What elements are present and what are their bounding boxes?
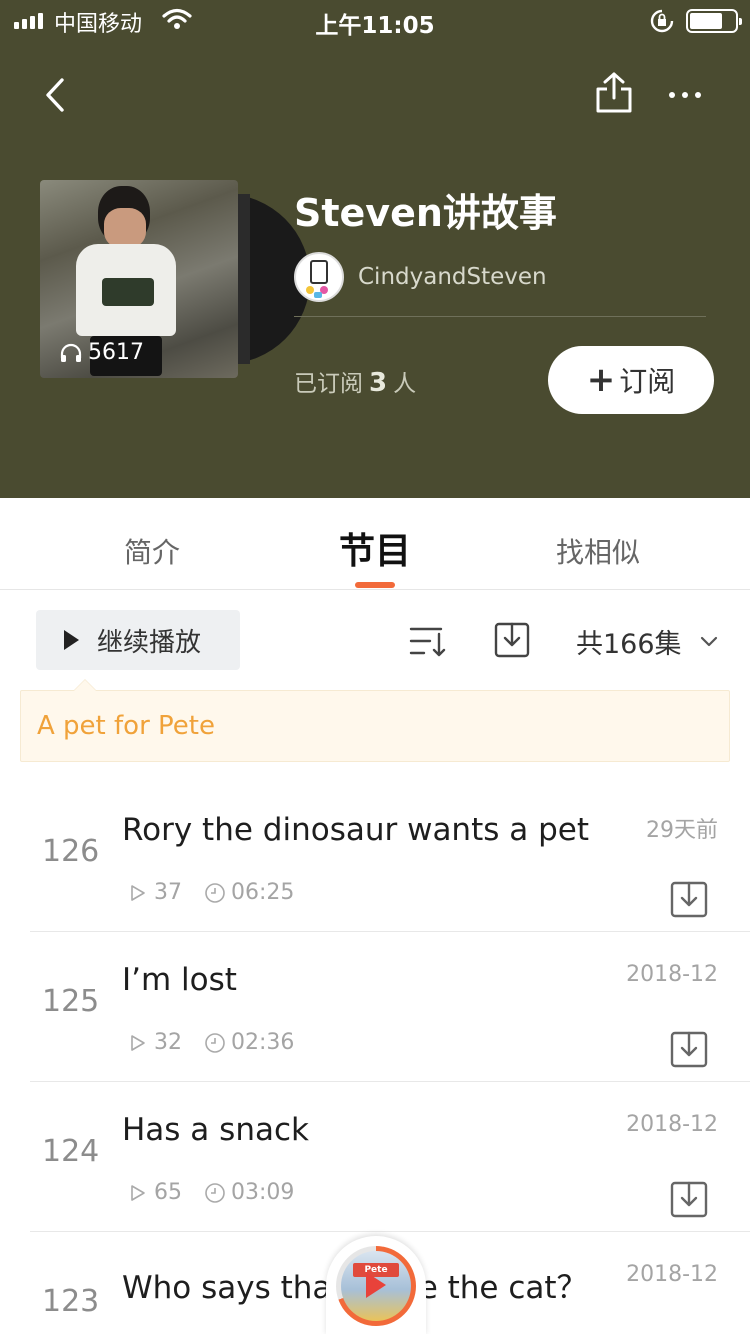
episode-duration-value: 03:09 — [231, 1180, 295, 1205]
tab-episodes[interactable]: 节目 — [330, 498, 420, 590]
episode-duration: 06:25 — [204, 880, 294, 905]
sort-button[interactable] — [408, 622, 446, 660]
episode-duration: 03:09 — [204, 1180, 294, 1205]
back-button[interactable] — [36, 72, 76, 118]
episode-number: 126 — [42, 834, 100, 869]
tab-similar[interactable]: 找相似 — [540, 498, 656, 590]
subscribed-number: 3 — [369, 368, 388, 398]
play-count-icon — [131, 1184, 145, 1201]
clock-icon — [205, 882, 225, 903]
headphones-icon — [60, 343, 82, 362]
play-icon — [64, 630, 79, 650]
plus-icon: + — [586, 360, 616, 400]
episode-date: 29天前 — [646, 818, 718, 843]
play-count-icon — [131, 884, 145, 901]
episode-row[interactable]: 125 I’m lost 2018-12 32 02:36 — [0, 932, 750, 1082]
subscribed-prefix: 已订阅 — [294, 371, 363, 397]
clock-icon — [205, 1032, 225, 1053]
last-played-tip[interactable]: A pet for Pete — [20, 679, 730, 762]
status-bar: 中国移动 上午11:05 — [0, 0, 750, 40]
tab-intro[interactable]: 简介 — [100, 498, 204, 590]
cover-wrapper: 5617 — [40, 180, 310, 378]
episode-duration-value: 06:25 — [231, 880, 295, 905]
episode-number: 123 — [42, 1284, 100, 1319]
more-button[interactable] — [660, 80, 710, 110]
rotation-lock-icon — [650, 9, 674, 33]
episode-duration-value: 02:36 — [231, 1030, 295, 1055]
continue-play-button[interactable]: 继续播放 — [36, 610, 240, 670]
episode-plays: 32 — [130, 1030, 182, 1055]
episode-plays: 65 — [130, 1180, 182, 1205]
episode-date: 2018-12 — [626, 962, 718, 987]
play-count-icon — [131, 1034, 145, 1051]
play-icon — [366, 1272, 386, 1298]
clock-icon — [205, 1182, 225, 1203]
author-link[interactable]: CindyandSteven — [294, 252, 547, 302]
episode-plays: 37 — [130, 880, 182, 905]
episode-title: I’m lost — [122, 962, 237, 998]
download-button[interactable] — [670, 1180, 708, 1218]
author-divider — [294, 316, 706, 317]
episode-number: 124 — [42, 1134, 100, 1169]
chevron-down-icon — [700, 636, 717, 646]
episode-play-count: 65 — [154, 1180, 182, 1205]
program-title: Steven讲故事 — [294, 191, 557, 235]
continue-play-label: 继续播放 — [97, 627, 202, 658]
episode-number: 125 — [42, 984, 100, 1019]
active-tab-indicator — [355, 582, 395, 588]
subscribe-label: 订阅 — [619, 365, 676, 398]
tab-episodes-label: 节目 — [338, 531, 411, 572]
last-played-title: A pet for Pete — [37, 711, 215, 741]
episode-play-count: 37 — [154, 880, 182, 905]
listen-count-value: 5617 — [88, 340, 144, 365]
share-button[interactable] — [592, 70, 636, 116]
tab-similar-label: 找相似 — [555, 536, 640, 569]
author-name: CindyandSteven — [358, 264, 547, 290]
subscriber-count: 已订阅 3 人 — [294, 364, 416, 398]
tab-intro-label: 简介 — [123, 536, 180, 569]
episode-count-label: 共166集 — [576, 629, 682, 660]
episode-date: 2018-12 — [626, 1112, 718, 1137]
episode-row[interactable]: 124 Has a snack 2018-12 65 03:09 — [0, 1082, 750, 1232]
subscribed-suffix: 人 — [393, 371, 417, 397]
download-button[interactable] — [670, 1030, 708, 1068]
episode-duration: 02:36 — [204, 1030, 294, 1055]
author-avatar — [294, 252, 344, 302]
mini-player-button[interactable]: Pete — [326, 1236, 426, 1334]
download-all-button[interactable] — [494, 621, 530, 659]
episode-title: Has a snack — [122, 1112, 309, 1148]
episode-date: 2018-12 — [626, 1262, 718, 1287]
episode-range-select[interactable]: 共166集 — [576, 622, 718, 661]
tab-bar: 简介 节目 找相似 — [0, 498, 750, 590]
clock-time: 上午11:05 — [315, 13, 435, 39]
battery-icon — [686, 9, 742, 33]
episode-title: Rory the dinosaur wants a pet — [122, 812, 589, 848]
episode-row[interactable]: 126 Rory the dinosaur wants a pet 29天前 3… — [0, 782, 750, 932]
download-button[interactable] — [670, 880, 708, 918]
listen-count: 5617 — [60, 340, 144, 365]
program-cover-image[interactable]: 5617 — [40, 180, 238, 378]
episode-play-count: 32 — [154, 1030, 182, 1055]
program-header: 中国移动 上午11:05 5617 Steven讲故事 CindyandStev… — [0, 0, 750, 498]
subscribe-button[interactable]: + 订阅 — [548, 346, 714, 414]
